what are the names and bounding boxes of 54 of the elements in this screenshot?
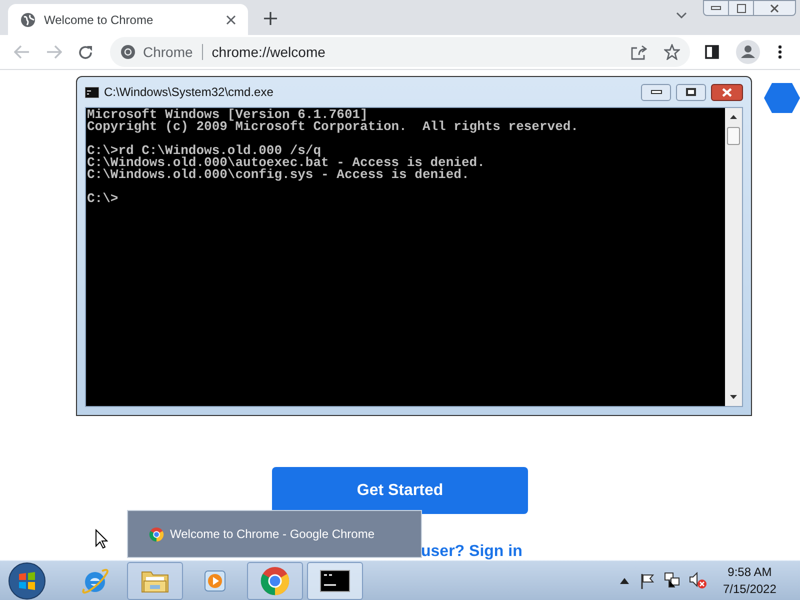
close-button[interactable] <box>711 84 743 100</box>
profile-icon[interactable] <box>736 40 760 64</box>
sign-in-link[interactable]: user? Sign in <box>421 540 522 564</box>
chrome-logo-icon <box>120 44 136 60</box>
scroll-down-icon[interactable] <box>730 395 737 399</box>
hexagon-icon <box>764 83 800 113</box>
side-panel-icon[interactable] <box>705 45 719 59</box>
scroll-up-icon[interactable] <box>730 115 737 119</box>
console-line: C:\>rd C:\Windows.old.000 /s/q <box>87 145 322 157</box>
reload-icon[interactable] <box>78 44 93 60</box>
restore-button[interactable] <box>729 0 754 16</box>
network-icon[interactable] <box>664 572 681 589</box>
console-line: C:\Windows.old.000\autoexec.bat - Access is denied. <box>87 157 486 169</box>
new-tab-icon[interactable] <box>264 12 277 25</box>
console-icon <box>320 570 350 592</box>
address-bar[interactable]: Chrome chrome://welcome <box>110 37 690 67</box>
console-line: C:\Windows.old.000\config.sys - Access is denied. <box>87 169 470 181</box>
scrollbar[interactable] <box>725 108 742 406</box>
taskbar-button[interactable] <box>307 562 363 600</box>
scrollbar-thumb[interactable] <box>727 127 740 145</box>
minimize-button[interactable] <box>641 84 671 100</box>
menu-icon[interactable] <box>778 45 782 59</box>
console-icon <box>85 86 99 98</box>
close-icon[interactable] <box>226 14 236 24</box>
media-player-icon <box>202 568 228 594</box>
clock-date: 7/15/2022 <box>723 580 776 598</box>
maximize-button[interactable] <box>676 84 706 100</box>
site-label: Chrome <box>143 42 193 62</box>
console-line: Copyright (c) 2009 Microsoft Corporation. All rights reserved. <box>87 121 580 133</box>
share-icon[interactable] <box>631 44 647 60</box>
minimize-button[interactable] <box>703 0 729 16</box>
url-text: chrome://welcome <box>212 42 326 62</box>
window-title: C:\Windows\System32\cmd.exe <box>104 84 274 101</box>
globe-icon <box>20 12 36 28</box>
flag-icon[interactable] <box>640 572 655 588</box>
browser-tab[interactable]: Welcome to Chrome <box>8 4 248 35</box>
start-button[interactable] <box>8 562 46 600</box>
muted-speaker-icon[interactable] <box>689 572 707 589</box>
close-icon <box>722 88 732 96</box>
console-line: Microsoft Windows [Version 6.1.7601] <box>87 109 368 121</box>
browser-icon <box>81 566 109 594</box>
mouse-pointer-icon <box>95 529 108 549</box>
chrome-logo-icon <box>149 526 164 542</box>
clock-time: 9:58 AM <box>728 564 772 580</box>
close-icon <box>770 4 779 12</box>
show-hidden-icons-icon[interactable] <box>620 578 629 584</box>
taskbar-preview[interactable]: Welcome to Chrome - Google Chrome <box>127 510 422 558</box>
chevron-down-icon[interactable] <box>676 12 687 19</box>
preview-title: Welcome to Chrome - Google Chrome <box>170 526 375 543</box>
console-line: C:\> <box>87 193 120 205</box>
close-button[interactable] <box>754 0 796 16</box>
chrome-logo-icon <box>260 566 290 596</box>
star-icon[interactable] <box>664 44 680 60</box>
get-started-button[interactable]: Get Started <box>272 467 528 514</box>
